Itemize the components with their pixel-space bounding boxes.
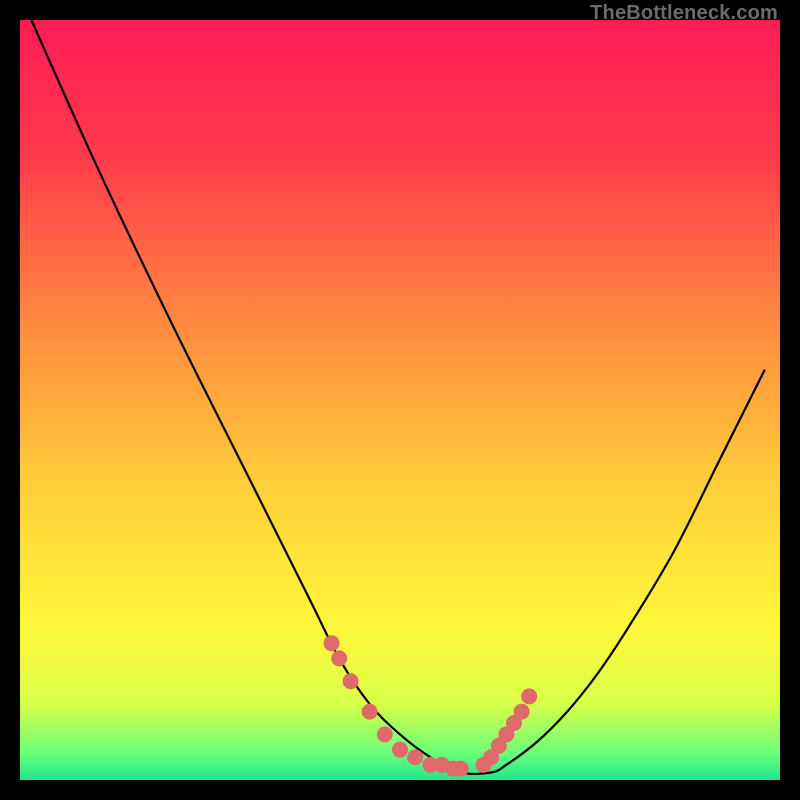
marker-dot <box>392 742 408 758</box>
marker-dot <box>514 704 530 720</box>
marker-dot <box>362 704 378 720</box>
bottleneck-chart <box>20 20 780 780</box>
watermark-text: TheBottleneck.com <box>590 2 778 25</box>
marker-dot <box>343 673 359 689</box>
marker-dot <box>453 761 469 777</box>
marker-dot <box>331 650 347 666</box>
marker-dot <box>521 688 537 704</box>
chart-frame <box>20 20 780 780</box>
marker-dot <box>407 749 423 765</box>
gradient-background <box>20 20 780 780</box>
marker-dot <box>324 635 340 651</box>
marker-dot <box>377 726 393 742</box>
